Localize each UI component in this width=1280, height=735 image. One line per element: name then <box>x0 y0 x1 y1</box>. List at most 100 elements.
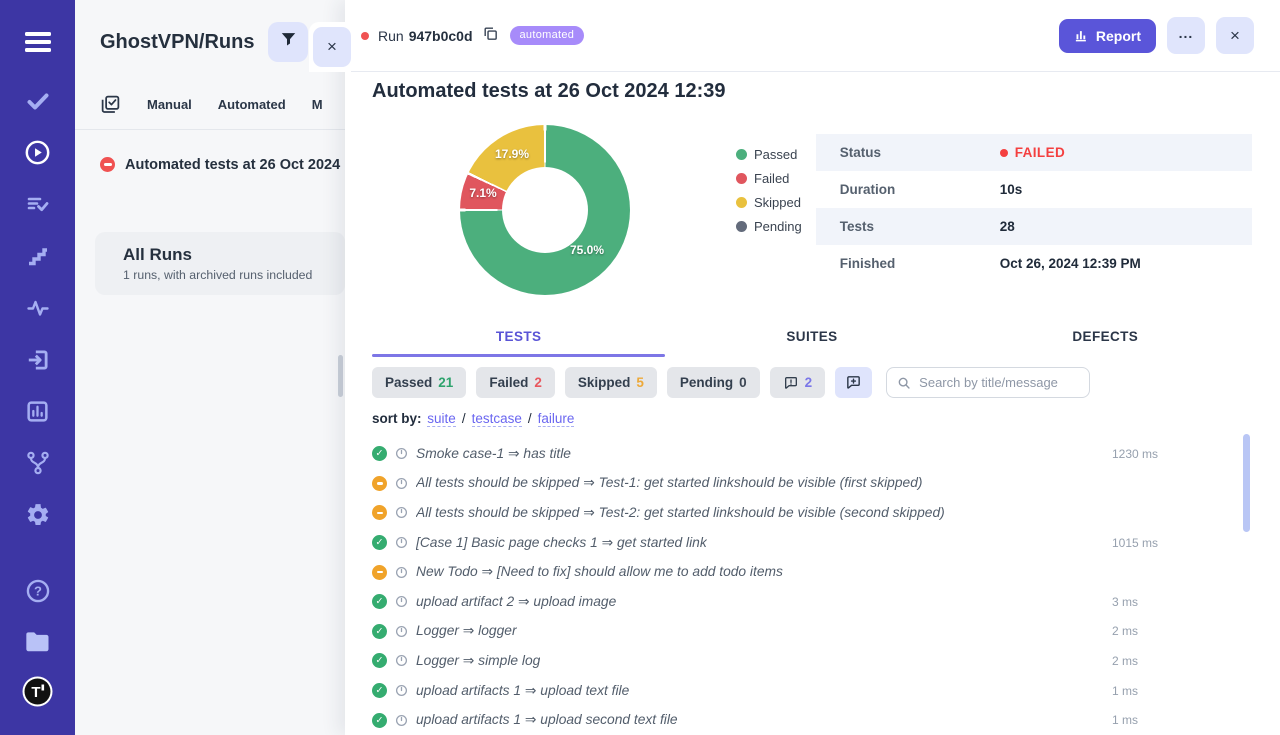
panel-close-button[interactable]: × <box>313 27 351 67</box>
filter-passed[interactable]: Passed21 <box>372 367 466 398</box>
all-runs-title: All Runs <box>123 245 335 265</box>
tab-tests[interactable]: TESTS <box>372 329 665 357</box>
history-icon <box>395 625 408 638</box>
legend-item-pending[interactable]: Pending <box>736 219 802 234</box>
scrollbar-thumb[interactable] <box>1243 434 1250 532</box>
test-status-icon <box>372 653 387 668</box>
checkbox-multiple-icon[interactable] <box>100 94 121 115</box>
test-status-icon <box>372 505 387 520</box>
filter-label: Failed <box>489 375 528 390</box>
test-row[interactable]: All tests should be skipped ⇒ Test-1: ge… <box>372 469 1252 499</box>
sign-in-icon[interactable] <box>0 347 75 373</box>
test-duration: 2 ms <box>1112 654 1252 668</box>
test-title[interactable]: All tests should be skipped ⇒ Test-2: ge… <box>416 505 945 521</box>
test-row[interactable]: upload artifact 2 ⇒ upload image 3 ms <box>372 587 1252 617</box>
scrollbar-thumb[interactable] <box>338 355 343 397</box>
test-duration: 2 ms <box>1112 624 1252 638</box>
breadcrumb-section[interactable]: Runs <box>204 31 254 54</box>
bar-chart-box-icon[interactable] <box>0 399 75 424</box>
run-detail-panel: × Run 947b0c0d automated Report ... × Au… <box>345 0 1280 735</box>
play-circle-icon[interactable] <box>0 139 75 166</box>
test-row[interactable]: upload artifacts 1 ⇒ upload second text … <box>372 705 1252 735</box>
filter-pending[interactable]: Pending0 <box>667 367 760 398</box>
status-value: FAILED <box>1015 145 1065 160</box>
legend-dot <box>736 221 747 232</box>
search-input[interactable] <box>919 375 1079 390</box>
sort-by-suite[interactable]: suite <box>427 411 456 427</box>
settings-gear-icon[interactable] <box>0 502 75 528</box>
legend-item-skipped[interactable]: Skipped <box>736 195 802 210</box>
detail-tab-bar: TESTS SUITES DEFECTS <box>372 329 1252 357</box>
tab-truncated[interactable]: M <box>312 97 323 112</box>
run-label: Run <box>378 28 404 44</box>
test-row[interactable]: Smoke case-1 ⇒ has title 1230 ms <box>372 439 1252 469</box>
filter-chips-row: Passed21 Failed2 Skipped5 Pending0 2 <box>372 367 1252 398</box>
test-title[interactable]: Logger ⇒ simple log <box>416 653 540 669</box>
report-button[interactable]: Report <box>1059 19 1156 53</box>
summary-value: 10s <box>1000 182 1023 197</box>
menu-icon[interactable] <box>0 31 75 53</box>
sort-by-testcase[interactable]: testcase <box>472 411 522 427</box>
copy-icon <box>482 25 499 47</box>
test-status-icon <box>372 476 387 491</box>
test-duration: 1 ms <box>1112 684 1252 698</box>
summary-label: Duration <box>840 182 1000 197</box>
copy-button[interactable] <box>482 25 499 47</box>
test-row[interactable]: [Case 1] Basic page checks 1 ⇒ get start… <box>372 528 1252 558</box>
stairs-icon[interactable] <box>0 244 75 268</box>
run-list-item[interactable]: Automated tests at 26 Oct 2024 12:39 <box>75 130 345 180</box>
check-icon[interactable] <box>0 89 75 113</box>
test-title[interactable]: [Case 1] Basic page checks 1 ⇒ get start… <box>416 535 707 551</box>
test-title[interactable]: New Todo ⇒ [Need to fix] should allow me… <box>416 564 783 580</box>
comments-filter[interactable]: 2 <box>770 367 826 398</box>
summary-label: Finished <box>840 256 1000 271</box>
legend-dot <box>736 149 747 160</box>
test-title[interactable]: Smoke case-1 ⇒ has title <box>416 446 571 462</box>
all-runs-card[interactable]: All Runs 1 runs, with archived runs incl… <box>95 232 345 295</box>
folder-icon[interactable] <box>0 630 75 654</box>
git-branch-icon[interactable] <box>0 450 75 476</box>
breadcrumb: GhostVPN / Runs <box>75 0 345 80</box>
tab-automated[interactable]: Automated <box>218 97 286 112</box>
test-row[interactable]: All tests should be skipped ⇒ Test-2: ge… <box>372 498 1252 528</box>
comment-exclamation-icon <box>783 375 799 391</box>
svg-text:?: ? <box>34 584 42 599</box>
tab-defects[interactable]: DEFECTS <box>959 329 1252 357</box>
test-title[interactable]: upload artifact 2 ⇒ upload image <box>416 594 616 610</box>
close-button[interactable]: × <box>1216 17 1254 54</box>
filter-skipped[interactable]: Skipped5 <box>565 367 657 398</box>
more-button[interactable]: ... <box>1167 17 1205 54</box>
summary-label: Tests <box>840 219 1000 234</box>
test-row[interactable]: Logger ⇒ simple log 2 ms <box>372 646 1252 676</box>
test-status-icon <box>372 565 387 580</box>
status-dot-icon <box>1000 149 1008 157</box>
filter-button[interactable] <box>268 22 308 62</box>
test-title[interactable]: upload artifacts 1 ⇒ upload second text … <box>416 712 678 728</box>
sort-by-failure[interactable]: failure <box>538 411 575 427</box>
tab-suites[interactable]: SUITES <box>665 329 958 357</box>
tab-manual[interactable]: Manual <box>147 97 192 112</box>
run-item-label: Automated tests at 26 Oct 2024 12:39 <box>125 157 345 173</box>
test-title[interactable]: Logger ⇒ logger <box>416 623 517 639</box>
legend-item-failed[interactable]: Failed <box>736 171 802 186</box>
app-logo[interactable]: T <box>0 676 75 707</box>
test-status-icon <box>372 535 387 550</box>
list-check-icon[interactable] <box>0 192 75 216</box>
test-title[interactable]: upload artifacts 1 ⇒ upload text file <box>416 683 629 699</box>
help-circle-icon[interactable]: ? <box>0 578 75 604</box>
test-row[interactable]: New Todo ⇒ [Need to fix] should allow me… <box>372 557 1252 587</box>
add-comment-button[interactable] <box>835 367 872 398</box>
run-header: Run 947b0c0d automated Report ... × <box>345 0 1280 72</box>
test-row[interactable]: Logger ⇒ logger 2 ms <box>372 617 1252 647</box>
filter-failed[interactable]: Failed2 <box>476 367 555 398</box>
summary-row-duration: Duration 10s <box>816 171 1252 208</box>
close-icon: × <box>327 37 337 57</box>
test-title[interactable]: All tests should be skipped ⇒ Test-1: ge… <box>416 475 922 491</box>
legend-dot <box>736 173 747 184</box>
activity-icon[interactable] <box>0 296 75 320</box>
legend-label: Failed <box>754 171 789 186</box>
breadcrumb-project[interactable]: GhostVPN <box>100 31 199 54</box>
test-row[interactable]: upload artifacts 1 ⇒ upload text file 1 … <box>372 676 1252 706</box>
filter-label: Skipped <box>578 375 631 390</box>
legend-item-passed[interactable]: Passed <box>736 147 802 162</box>
